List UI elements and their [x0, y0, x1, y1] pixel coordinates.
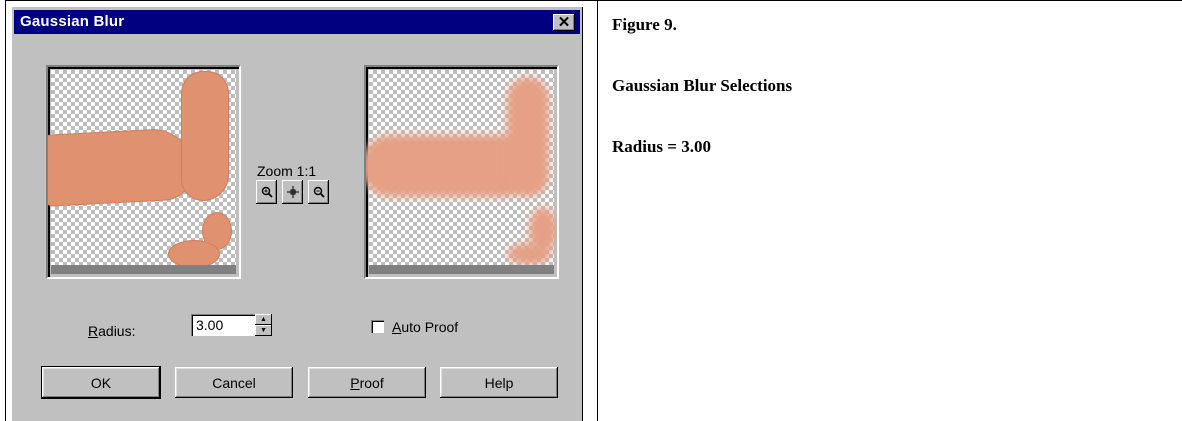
dialog-title: Gaussian Blur — [20, 13, 125, 30]
table-top-border — [5, 0, 1182, 1]
cancel-button[interactable]: Cancel — [175, 367, 293, 398]
blurred-preview[interactable] — [364, 65, 559, 279]
proof-button[interactable]: Proof — [308, 367, 426, 398]
zoom-in-icon — [261, 186, 273, 198]
help-button[interactable]: Help — [440, 367, 558, 398]
pan-button[interactable] — [282, 180, 303, 204]
table-column-divider — [597, 0, 598, 421]
auto-proof-label[interactable]: Auto Proof — [392, 319, 458, 335]
title-bar[interactable]: Gaussian Blur ✕ — [14, 10, 580, 34]
auto-proof-checkbox[interactable] — [371, 320, 384, 333]
radius-input[interactable]: 3.00 — [191, 314, 257, 336]
spin-up-icon: ▲ — [260, 316, 267, 323]
close-button[interactable]: ✕ — [553, 14, 575, 31]
radius-decrement-button[interactable]: ▼ — [255, 325, 272, 336]
spin-down-icon: ▼ — [260, 327, 267, 334]
radius-increment-button[interactable]: ▲ — [255, 314, 272, 325]
image-fragment — [507, 77, 549, 197]
pan-icon — [286, 186, 299, 198]
image-fragment — [507, 243, 551, 265]
radius-note: Radius = 3.00 — [612, 137, 711, 156]
zoom-level-label: Zoom 1:1 — [257, 163, 317, 179]
figure-caption: Gaussian Blur Selections — [612, 76, 793, 95]
preview-frame-bottom — [51, 265, 236, 274]
zoom-out-icon — [313, 186, 325, 198]
zoom-out-button[interactable] — [308, 180, 329, 204]
close-icon: ✕ — [557, 14, 571, 31]
image-fragment — [181, 71, 229, 201]
preview-frame-bottom — [369, 265, 554, 274]
image-fragment — [168, 240, 220, 268]
ok-button-label: OK — [90, 374, 112, 391]
gaussian-blur-dialog: Gaussian Blur ✕ Zoom 1:1 Radius: 3.00 ▲ … — [11, 7, 583, 421]
cancel-button-label: Cancel — [212, 374, 256, 391]
radius-value: 3.00 — [196, 317, 224, 333]
image-fragment — [48, 127, 195, 207]
table-left-border — [5, 0, 6, 421]
proof-button-label: Proof — [350, 374, 384, 391]
original-preview[interactable] — [46, 65, 241, 279]
ok-button[interactable]: OK — [42, 367, 160, 398]
zoom-in-button[interactable] — [256, 180, 277, 204]
figure-label: Figure 9. — [612, 15, 677, 34]
radius-label: Radius: — [88, 323, 136, 339]
help-button-label: Help — [484, 374, 514, 391]
